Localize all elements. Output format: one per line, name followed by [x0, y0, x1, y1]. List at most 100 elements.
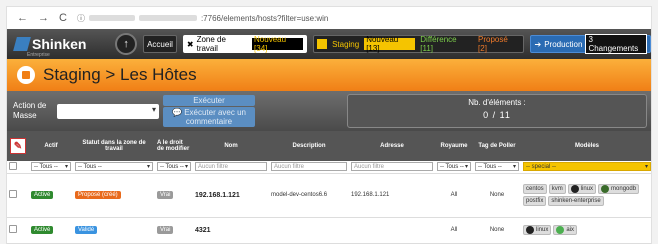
- staging-new-badge: Nouveau [13]: [364, 35, 416, 53]
- production-label: Production: [544, 39, 583, 49]
- filter-models-value: -- special --: [526, 163, 557, 170]
- filter-address-input[interactable]: Aucun filtre: [351, 162, 433, 172]
- model-tag-label: linux: [580, 186, 594, 192]
- rights-badge: Vrai: [157, 191, 174, 199]
- filter-name-cell: Aucun filtre: [193, 161, 269, 174]
- header-realm[interactable]: Royaume: [435, 131, 473, 161]
- chevron-down-icon: ▾: [146, 164, 150, 171]
- work-zone-button[interactable]: ✖ Zone de travail Nouveau [34]: [182, 35, 308, 53]
- model-tag[interactable]: kvm: [548, 184, 566, 194]
- model-tag[interactable]: mongodb: [598, 184, 640, 194]
- filter-rights-value: -- Tous --: [160, 163, 184, 170]
- production-button[interactable]: ➔ Production 3 Changements: [530, 34, 651, 54]
- chevron-down-icon: ▾: [644, 164, 648, 171]
- poller-cell: None: [473, 173, 521, 218]
- logo-subtext: Entreprise: [27, 52, 50, 58]
- back-icon[interactable]: ←: [17, 12, 28, 24]
- staging-diff-badge: Différence [11]: [420, 35, 457, 53]
- filter-actif-value: -- Tous --: [34, 163, 58, 170]
- row-checkbox[interactable]: [9, 190, 17, 198]
- status-badge: Validé: [75, 226, 98, 234]
- filter-actif-cell: -- Tous -- ▾: [29, 161, 73, 174]
- shinken-logo[interactable]: Shinken Entreprise: [13, 36, 109, 58]
- staging-button[interactable]: Staging Nouveau [13] Différence [11] Pro…: [313, 35, 525, 53]
- url-text: :7766/elements/hosts?filter=use:win: [200, 13, 329, 23]
- models-list: centos kvm linux mongodb postfix shinken…: [523, 184, 651, 206]
- model-tag[interactable]: linux: [567, 184, 597, 194]
- select-all-checkbox[interactable]: [9, 161, 17, 170]
- filter-realm-cell: -- Tous -- ▾: [435, 161, 473, 174]
- filter-select-cell: [7, 161, 29, 174]
- url-bar[interactable]: ⓘ :7766/elements/hosts?filter=use:win: [77, 13, 328, 24]
- filter-status-value: -- Tous --: [78, 163, 102, 170]
- chevron-down-icon: ▾: [512, 164, 516, 171]
- header-description[interactable]: Description: [269, 131, 349, 161]
- filter-name-input[interactable]: Aucun filtre: [195, 162, 267, 172]
- arrow-up-icon[interactable]: ↑: [115, 33, 138, 55]
- filter-status-select[interactable]: -- Tous -- ▾: [75, 162, 153, 172]
- staging-proposal-badge: Proposé [2]: [478, 35, 508, 53]
- actif-badge: Activé: [31, 191, 54, 199]
- comment-icon: 💬: [172, 108, 185, 117]
- header-address[interactable]: Adresse: [349, 131, 435, 161]
- models-cell: centos kvm linux mongodb postfix shinken…: [521, 173, 651, 218]
- model-tag[interactable]: linux: [523, 225, 552, 235]
- model-tag[interactable]: aix: [553, 225, 578, 235]
- name-cell: 4321: [193, 217, 269, 244]
- description-cell: [269, 217, 349, 244]
- logo-text: Shinken: [32, 36, 87, 52]
- description-cell: model-dev-centos6.6: [269, 173, 349, 218]
- filter-realm-select[interactable]: -- Tous -- ▾: [437, 162, 471, 172]
- address-cell: 192.168.1.121: [349, 173, 435, 218]
- rights-cell: Vrai: [155, 217, 193, 244]
- chevron-down-icon: ▾: [64, 164, 68, 171]
- rights-badge: Vrai: [157, 226, 174, 234]
- filter-poller-cell: -- Tous -- ▾: [473, 161, 521, 174]
- mass-action-label: Action de Masse: [13, 101, 47, 120]
- url-host-blur: [88, 15, 135, 21]
- model-tag-label: linux: [536, 227, 549, 233]
- clear-selection-icon[interactable]: ✎: [10, 138, 26, 154]
- page-title: Staging > Les Hôtes: [43, 65, 197, 84]
- filter-row: -- Tous -- ▾ -- Tous -- ▾ -- Tous -- ▾ Aucu…: [7, 161, 651, 174]
- row-checkbox[interactable]: [9, 225, 17, 233]
- actif-cell: Activé: [29, 217, 73, 244]
- forward-icon[interactable]: →: [38, 12, 49, 24]
- filter-description-input[interactable]: Aucun filtre: [271, 162, 347, 172]
- header-name[interactable]: Nom: [193, 131, 269, 161]
- work-zone-new-badge: Nouveau [34]: [252, 35, 304, 53]
- mass-action-select[interactable]: [57, 103, 159, 119]
- count-value: 0 / 11: [483, 110, 511, 120]
- execute-buttons: Exécuter 💬 Exécuter avec un commentaire: [163, 95, 255, 127]
- header-poller[interactable]: Tag de Poller: [473, 131, 521, 161]
- filter-rights-select[interactable]: -- Tous -- ▾: [157, 162, 191, 172]
- host-name[interactable]: 4321: [195, 227, 211, 234]
- table-row[interactable]: Activé Proposé (créé) Vrai 192.168.1.121…: [7, 173, 651, 218]
- name-cell: 192.168.1.121: [193, 173, 269, 218]
- host-name[interactable]: 192.168.1.121: [195, 192, 240, 199]
- model-tag[interactable]: postfix: [523, 196, 547, 206]
- models-cell: linux aix: [521, 217, 651, 244]
- url-port-blur: [138, 15, 197, 21]
- status-cell: Proposé (créé): [73, 173, 155, 218]
- filter-description-cell: Aucun filtre: [269, 161, 349, 174]
- execute-comment-button[interactable]: 💬 Exécuter avec un commentaire: [163, 107, 255, 127]
- filter-models-select[interactable]: -- special -- ▾: [523, 162, 651, 172]
- header-actif[interactable]: Actif: [29, 131, 73, 161]
- filter-actif-select[interactable]: -- Tous -- ▾: [31, 162, 71, 172]
- execute-button[interactable]: Exécuter: [163, 95, 255, 106]
- reload-icon[interactable]: C: [59, 12, 67, 24]
- table-row[interactable]: Activé Validé Vrai 4321 All None linux a…: [7, 217, 651, 244]
- table-header-row: ✎ Actif Statut dans la zone de travail A…: [7, 131, 651, 161]
- filter-rights-cell: -- Tous -- ▾: [155, 161, 193, 174]
- actif-cell: Activé: [29, 173, 73, 218]
- home-button[interactable]: Accueil: [143, 35, 177, 53]
- header-models[interactable]: Modèles: [521, 131, 651, 161]
- select-all-header: ✎: [7, 131, 29, 161]
- model-tag[interactable]: shinken-enterprise: [548, 196, 604, 206]
- header-status[interactable]: Statut dans la zone de travail: [73, 131, 155, 161]
- status-badge: Proposé (créé): [75, 191, 121, 199]
- model-tag[interactable]: centos: [523, 184, 547, 194]
- filter-poller-select[interactable]: -- Tous -- ▾: [475, 162, 519, 172]
- header-rights[interactable]: A le droit de modifier: [155, 131, 193, 161]
